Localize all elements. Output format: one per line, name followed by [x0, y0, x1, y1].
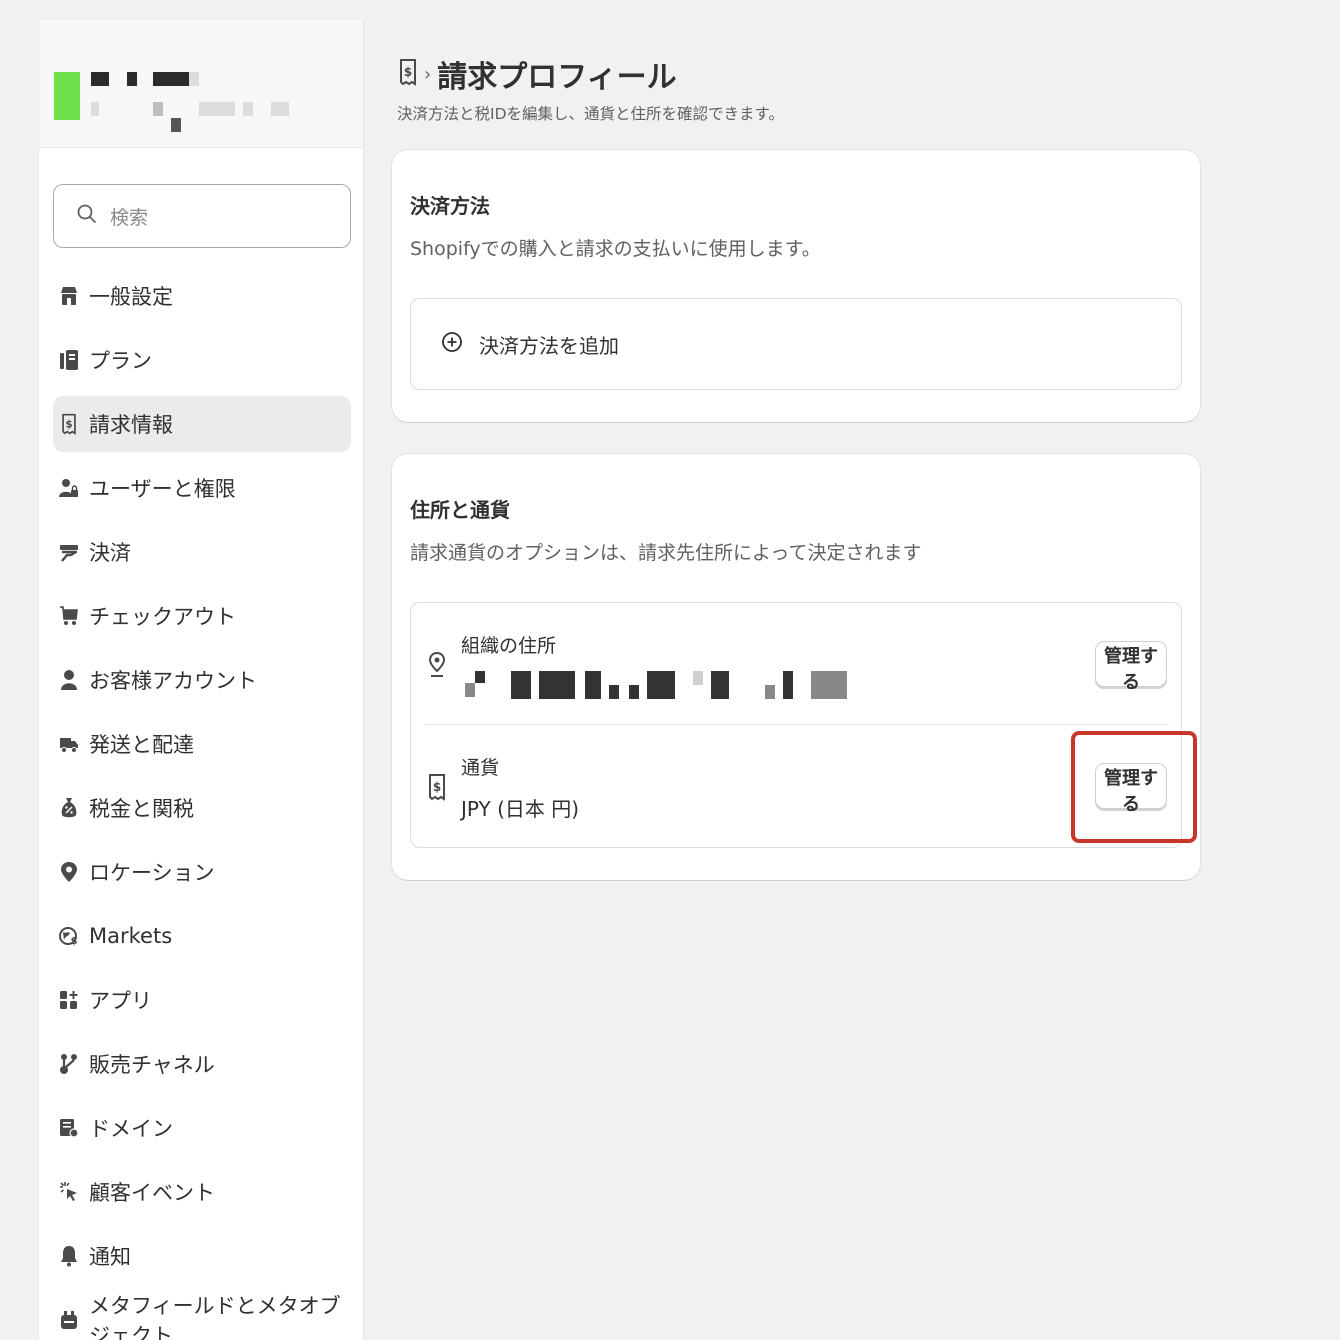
sidebar-item-label: ドメイン — [89, 1117, 173, 1141]
metafield-icon — [59, 1308, 79, 1332]
currency-row: $ 通貨 JPY (日本 円) 管理する — [411, 725, 1181, 847]
add-payment-method-label: 決済方法を追加 — [479, 333, 619, 358]
sidebar-item-checkout[interactable]: チェックアウト — [53, 588, 351, 644]
truck-icon — [59, 732, 79, 756]
address-label: 組織の住所 — [461, 635, 557, 657]
sidebar-item-label: 税金と関税 — [89, 797, 194, 821]
svg-text:$: $ — [404, 65, 412, 79]
sidebar-item-label: 請求情報 — [89, 413, 173, 437]
settings-sidebar: 検索 一般設定 プラン $ 請求情報 ユーザーと権限 決済 チェックアウト お客… — [38, 20, 364, 1340]
sidebar-item-label: お客様アカウント — [89, 669, 257, 693]
card-title: 決済方法 — [410, 194, 490, 218]
apps-icon — [59, 988, 79, 1012]
cart-icon — [59, 604, 79, 628]
sidebar-item-notifications[interactable]: 通知 — [53, 1228, 351, 1284]
svg-text:$: $ — [433, 780, 441, 794]
sidebar-item-label: Markets — [89, 924, 173, 948]
bell-icon — [59, 1244, 79, 1268]
sidebar-item-label: 顧客イベント — [89, 1181, 215, 1205]
svg-text:$: $ — [65, 419, 72, 430]
location-pin-icon — [59, 860, 79, 884]
store-logo — [54, 72, 80, 120]
search-input[interactable]: 検索 — [53, 184, 351, 248]
svg-text:$: $ — [71, 936, 78, 947]
sidebar-item-plan[interactable]: プラン — [53, 332, 351, 388]
sidebar-item-payments[interactable]: 決済 — [53, 524, 351, 580]
page-subtitle: 決済方法と税IDを編集し、通貨と住所を確認できます。 — [397, 105, 784, 123]
sidebar-item-markets[interactable]: $ Markets — [53, 908, 351, 964]
plan-icon — [59, 348, 79, 372]
organization-address-row: 組織の住所 管理する — [411, 603, 1181, 725]
sidebar-item-customer-accounts[interactable]: お客様アカウント — [53, 652, 351, 708]
sidebar-item-label: ロケーション — [89, 861, 215, 885]
manage-address-button[interactable]: 管理する — [1095, 641, 1167, 693]
sidebar-item-domains[interactable]: ドメイン — [53, 1100, 351, 1156]
sidebar-item-billing[interactable]: $ 請求情報 — [53, 396, 351, 452]
sidebar-item-locations[interactable]: ロケーション — [53, 844, 351, 900]
sidebar-item-label: 通知 — [89, 1245, 131, 1269]
sidebar-item-label: メタフィールドとメタオブジェクト — [89, 1294, 341, 1340]
sidebar-item-metafields[interactable]: メタフィールドとメタオブジェクト — [53, 1292, 351, 1340]
currency-label: 通貨 — [461, 757, 500, 779]
sidebar-item-apps[interactable]: アプリ — [53, 972, 351, 1028]
globe-dollar-icon: $ — [59, 924, 79, 948]
location-pin-icon — [427, 651, 447, 679]
sidebar-item-sales-channels[interactable]: 販売チャネル — [53, 1036, 351, 1092]
chevron-right-icon: › — [424, 63, 432, 85]
person-icon — [59, 668, 79, 692]
channels-icon — [59, 1052, 79, 1076]
card-title: 住所と通貨 — [410, 498, 510, 522]
search-icon — [76, 203, 98, 230]
payment-methods-card: 決済方法 Shopifyでの購入と請求の支払いに使用します。 決済方法を追加 — [392, 150, 1200, 422]
receipt-dollar-icon: $ — [427, 773, 447, 801]
sidebar-item-label: 発送と配達 — [89, 733, 194, 757]
tax-bag-icon — [59, 796, 79, 820]
sidebar-item-label: プラン — [89, 349, 152, 373]
users-lock-icon — [59, 476, 79, 500]
add-payment-method-button[interactable]: 決済方法を追加 — [410, 298, 1182, 390]
sidebar-item-shipping[interactable]: 発送と配達 — [53, 716, 351, 772]
receipt-dollar-icon: $ — [59, 412, 79, 436]
payment-icon — [59, 540, 79, 564]
annotation-highlight-box — [1071, 731, 1197, 843]
sidebar-item-label: 販売チャネル — [89, 1053, 215, 1077]
sidebar-item-customer-events[interactable]: 顧客イベント — [53, 1164, 351, 1220]
sidebar-item-taxes[interactable]: 税金と関税 — [53, 780, 351, 836]
search-placeholder: 検索 — [110, 206, 149, 229]
sidebar-item-general[interactable]: 一般設定 — [53, 268, 351, 324]
plus-circle-icon — [441, 331, 463, 358]
page-title: 請求プロフィール — [437, 60, 677, 95]
card-description: 請求通貨のオプションは、請求先住所によって決定されます — [410, 542, 922, 564]
settings-nav: 一般設定 プラン $ 請求情報 ユーザーと権限 決済 チェックアウト お客様アカ… — [53, 268, 351, 1340]
sidebar-item-label: 決済 — [89, 541, 131, 565]
cursor-click-icon — [59, 1180, 79, 1204]
store-header[interactable] — [39, 20, 363, 148]
sidebar-item-label: 一般設定 — [89, 285, 173, 309]
store-icon — [59, 284, 79, 308]
sidebar-item-label: チェックアウト — [89, 605, 236, 629]
sidebar-item-label: ユーザーと権限 — [89, 477, 236, 501]
sidebar-item-users[interactable]: ユーザーと権限 — [53, 460, 351, 516]
receipt-dollar-icon[interactable]: $ — [398, 58, 418, 90]
card-description: Shopifyでの購入と請求の支払いに使用します。 — [410, 238, 821, 260]
sidebar-item-label: アプリ — [89, 989, 152, 1013]
breadcrumb: $ › 請求プロフィール — [398, 56, 677, 95]
address-currency-list: 組織の住所 管理する $ 通貨 JPY (日本 円) 管理する — [410, 602, 1182, 848]
currency-value: JPY (日本 円) — [461, 797, 580, 821]
domain-icon — [59, 1116, 79, 1140]
